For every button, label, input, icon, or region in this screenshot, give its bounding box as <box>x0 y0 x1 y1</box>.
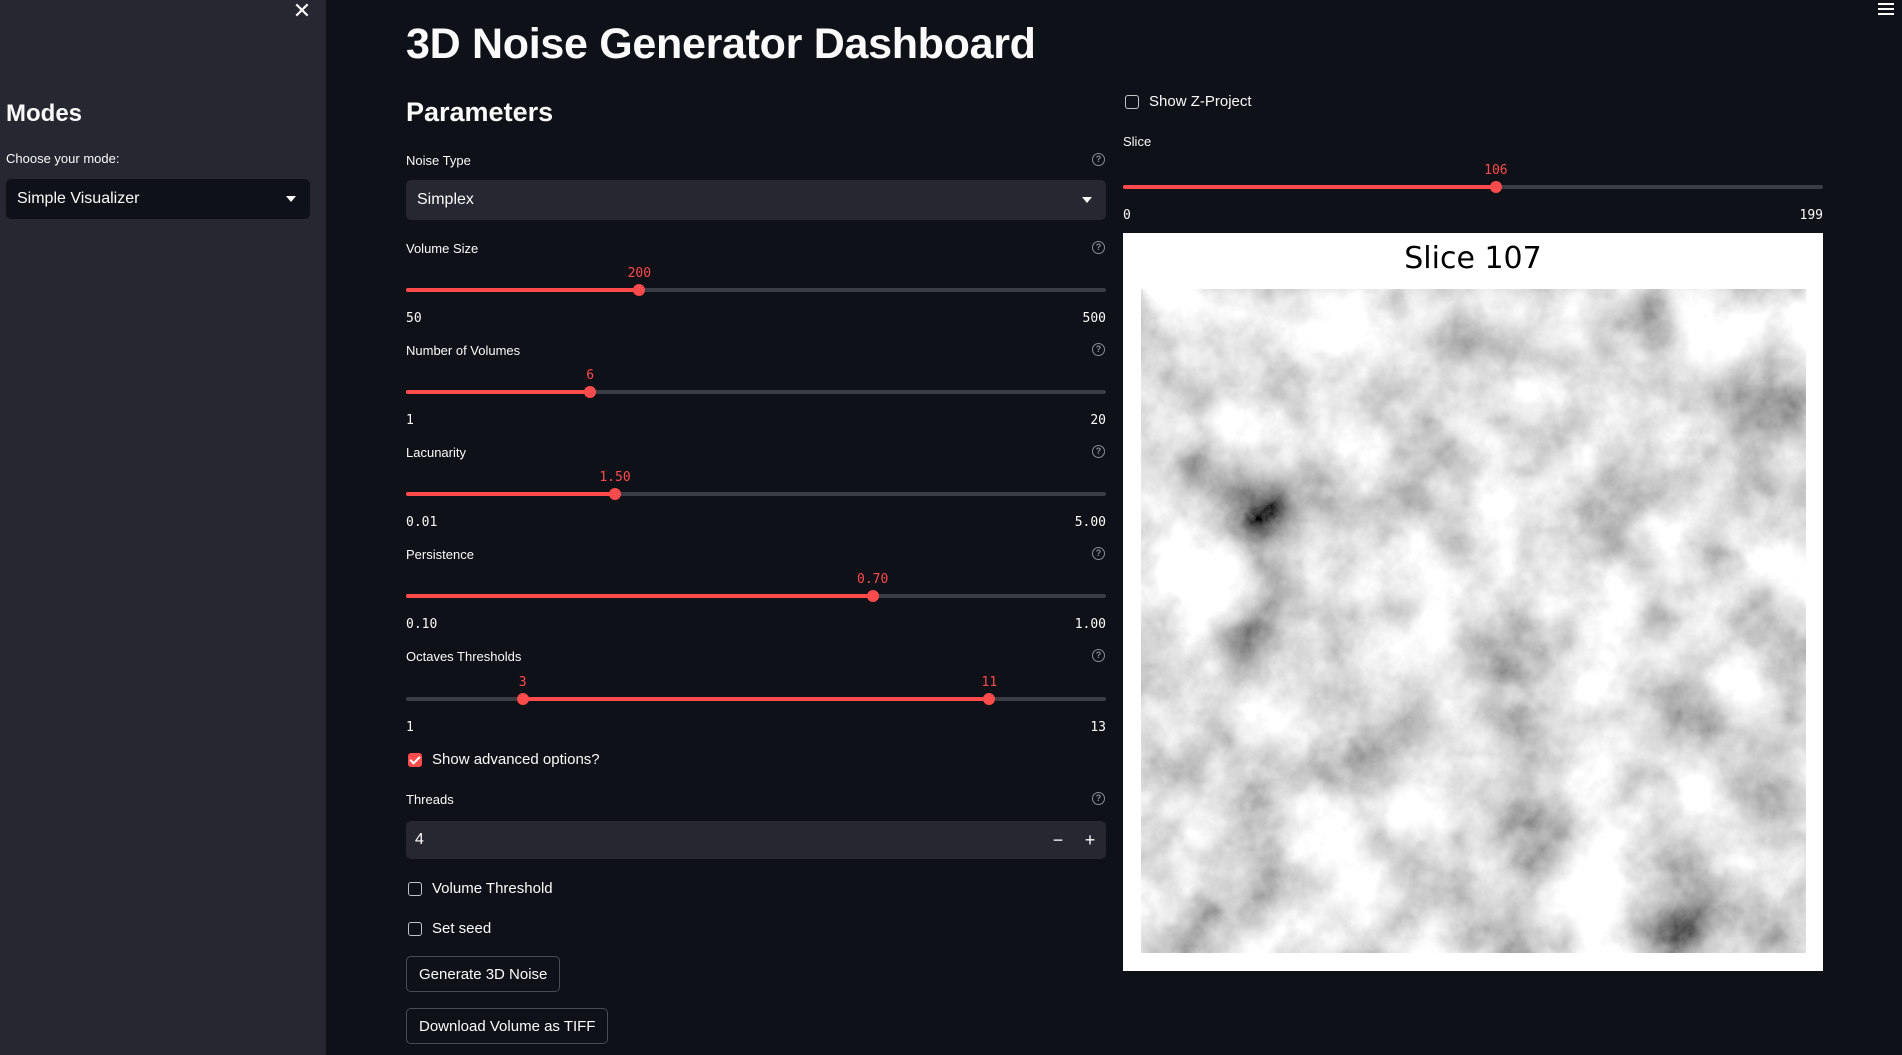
volume-size-slider[interactable]: 200 50 500 <box>406 261 1106 326</box>
slider-thumb[interactable] <box>1489 181 1502 193</box>
lacunarity-label: Lacunarity <box>406 445 466 460</box>
slider-min: 1 <box>406 413 414 428</box>
slider-fill <box>406 288 640 292</box>
num-volumes-slider[interactable]: 6 1 20 <box>406 363 1106 428</box>
threads-value[interactable]: 4 <box>406 831 1042 849</box>
slice-plot: Slice 107 <box>1123 233 1823 971</box>
slider-value-low: 3 <box>518 675 527 690</box>
sidebar-heading: Modes <box>6 100 83 127</box>
generate-button[interactable]: Generate 3D Noise <box>406 956 561 992</box>
slider-max: 199 <box>1799 208 1823 223</box>
checkbox-checked-icon[interactable] <box>408 752 422 767</box>
checkbox-unchecked-icon[interactable] <box>408 921 422 936</box>
help-circle-icon[interactable]: ? <box>1092 153 1105 166</box>
slider-thumb[interactable] <box>609 488 622 500</box>
threads-label: Threads <box>406 792 454 807</box>
slider-fill <box>406 594 873 598</box>
slider-value: 0.70 <box>857 572 889 587</box>
slider-fill <box>522 697 990 701</box>
slider-fill <box>1123 185 1496 189</box>
checkbox-unchecked-icon[interactable] <box>408 881 422 896</box>
slider-fill <box>406 390 591 394</box>
checkbox-unchecked-icon[interactable] <box>1125 94 1139 109</box>
octaves-label: Octaves Thresholds <box>406 649 522 664</box>
advanced-options-label: Show advanced options? <box>432 751 600 768</box>
slider-value-high: 11 <box>981 675 998 690</box>
download-tiff-button[interactable]: Download Volume as TIFF <box>406 1008 609 1044</box>
help-circle-icon[interactable]: ? <box>1092 241 1105 254</box>
slider-thumb[interactable] <box>584 386 597 398</box>
slice-slider[interactable]: 106 0 199 <box>1123 158 1823 223</box>
help-circle-icon[interactable]: ? <box>1092 343 1105 356</box>
chevron-down-icon <box>286 196 296 202</box>
set-seed-label: Set seed <box>432 920 492 937</box>
decrement-button[interactable]: − <box>1042 821 1074 859</box>
volume-threshold-checkbox[interactable]: Volume Threshold <box>408 880 553 897</box>
page-title: 3D Noise Generator Dashboard <box>406 20 1036 68</box>
noise-type-label: Noise Type <box>406 153 471 168</box>
slider-max: 5.00 <box>1074 515 1106 530</box>
lacunarity-slider[interactable]: 1.50 0.01 5.00 <box>406 465 1106 530</box>
slider-max: 500 <box>1082 311 1106 326</box>
help-circle-icon[interactable]: ? <box>1092 547 1105 560</box>
noise-slice-image <box>1141 289 1806 953</box>
help-circle-icon[interactable]: ? <box>1092 792 1105 805</box>
slider-min: 1 <box>406 720 414 735</box>
mode-select[interactable]: Simple Visualizer <box>6 179 310 219</box>
increment-button[interactable]: + <box>1074 821 1106 859</box>
slice-label: Slice <box>1123 134 1152 149</box>
close-sidebar-icon[interactable]: ✕ <box>290 0 314 24</box>
num-volumes-label: Number of Volumes <box>406 343 521 358</box>
slider-fill <box>406 492 616 496</box>
slider-max: 1.00 <box>1074 617 1106 632</box>
persistence-label: Persistence <box>406 547 474 562</box>
sidebar: ✕ Modes Choose your mode: Simple Visuali… <box>0 0 326 1055</box>
slider-thumb-high[interactable] <box>983 693 996 705</box>
noise-type-select[interactable]: Simplex <box>406 180 1106 220</box>
volume-threshold-label: Volume Threshold <box>432 880 553 897</box>
slider-thumb-low[interactable] <box>516 693 529 705</box>
advanced-options-checkbox[interactable]: Show advanced options? <box>408 751 600 768</box>
volume-size-label: Volume Size <box>406 241 479 256</box>
help-circle-icon[interactable]: ? <box>1092 445 1105 458</box>
slider-value: 6 <box>586 368 595 383</box>
help-circle-icon[interactable]: ? <box>1092 649 1105 662</box>
slider-min: 0.01 <box>406 515 438 530</box>
octaves-range-slider[interactable]: 3 11 1 13 <box>406 670 1106 735</box>
slider-min: 50 <box>406 311 422 326</box>
slider-thumb[interactable] <box>633 284 646 296</box>
noise-type-value: Simplex <box>417 191 474 208</box>
mode-select-value: Simple Visualizer <box>17 190 140 207</box>
slider-value: 106 <box>1484 163 1508 178</box>
slider-value: 1.50 <box>599 470 631 485</box>
slider-max: 13 <box>1090 720 1106 735</box>
z-project-label: Show Z-Project <box>1149 93 1252 110</box>
slider-value: 200 <box>627 266 652 281</box>
persistence-slider[interactable]: 0.70 0.10 1.00 <box>406 567 1106 632</box>
z-project-checkbox[interactable]: Show Z-Project <box>1125 93 1252 110</box>
parameters-heading: Parameters <box>406 97 554 127</box>
slider-max: 20 <box>1090 413 1106 428</box>
set-seed-checkbox[interactable]: Set seed <box>408 920 491 937</box>
slider-thumb[interactable] <box>866 590 879 602</box>
threads-number-input[interactable]: 4 − + <box>406 821 1106 859</box>
slider-min: 0.10 <box>406 617 438 632</box>
mode-label: Choose your mode: <box>6 151 120 166</box>
slider-min: 0 <box>1123 208 1131 223</box>
chevron-down-icon <box>1082 197 1092 203</box>
plot-title: Slice 107 <box>1404 241 1542 276</box>
hamburger-menu-icon[interactable] <box>1878 0 1894 16</box>
